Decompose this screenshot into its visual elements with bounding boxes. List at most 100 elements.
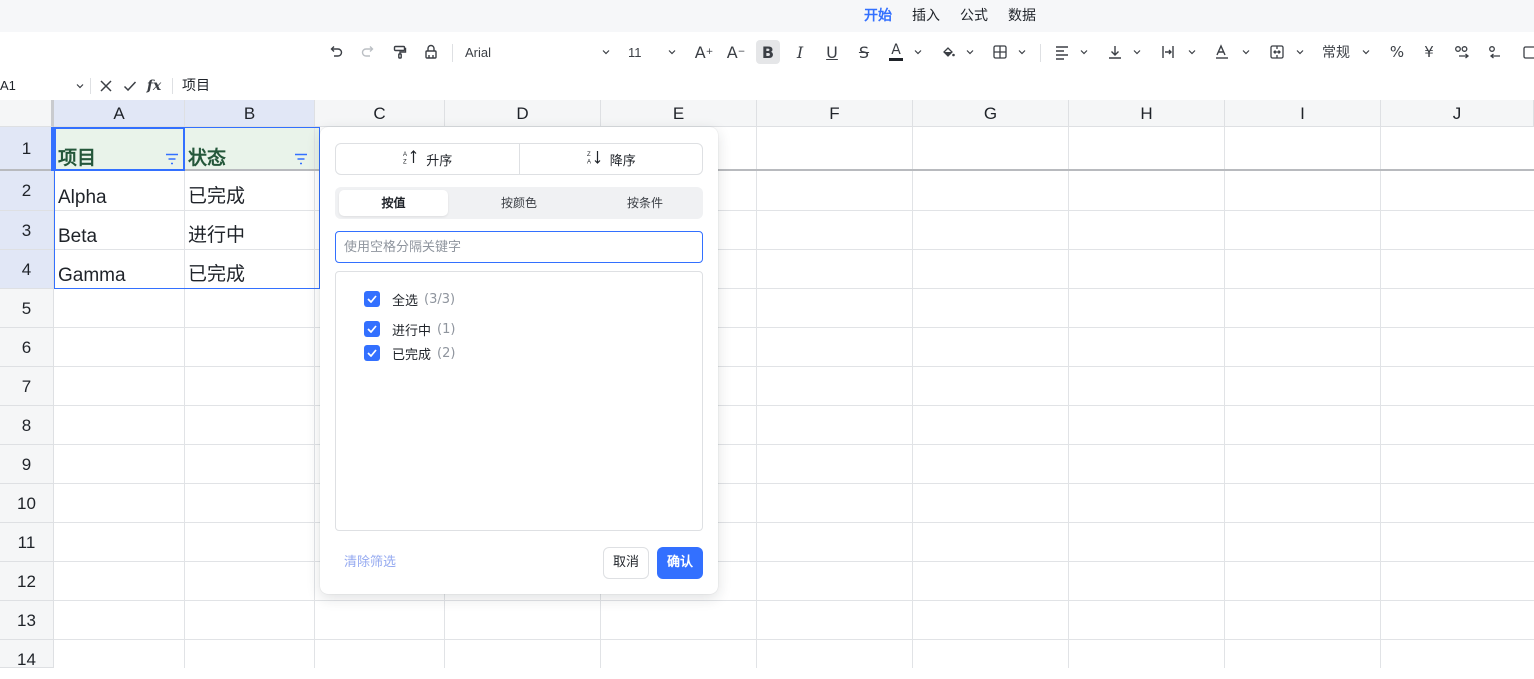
menu-tab-formula[interactable]: 公式 [960,6,988,26]
confirm-button[interactable]: 确认 [657,547,703,579]
decrease-font-icon[interactable]: A − [726,40,746,64]
row-header-9[interactable]: 9 [0,445,54,484]
cancel-edit-icon[interactable] [96,76,116,96]
cell-b2[interactable]: 已完成 [188,185,245,209]
confirm-edit-icon[interactable] [120,76,140,96]
checkbox-checked[interactable] [364,321,380,337]
row-header-6[interactable]: 6 [0,328,54,367]
row-header-10[interactable]: 10 [0,484,54,523]
cell-b3[interactable]: 进行中 [188,224,245,248]
checkbox-checked[interactable] [364,291,380,307]
column-header-g[interactable]: G [913,100,1069,127]
sort-descending-icon: ZA [586,149,602,169]
font-name-select[interactable]: Arial [465,40,595,64]
clear-format-icon[interactable] [421,40,441,64]
filter-value-item[interactable]: 已完成 (2) [364,344,455,363]
chevron-down-icon[interactable] [76,76,84,102]
filter-value-item[interactable]: 进行中 (1) [364,320,455,339]
cell-a4[interactable]: Gamma [58,264,126,288]
row-header-12[interactable]: 12 [0,562,54,601]
cell-a3[interactable]: Beta [58,225,97,249]
tab-by-value[interactable]: 按值 [339,190,448,216]
select-all-item[interactable]: 全选 (3/3) [364,290,455,309]
decrease-decimal-icon[interactable] [1483,40,1505,64]
underline-icon[interactable]: U [822,40,842,64]
row-header-11[interactable]: 11 [0,523,54,562]
cell-a2[interactable]: Alpha [58,186,107,210]
cell-b4[interactable]: 已完成 [188,263,245,287]
row-header-8[interactable]: 8 [0,406,54,445]
chevron-down-icon[interactable] [666,40,678,64]
frozen-row-divider[interactable] [0,169,1534,171]
chevron-down-icon[interactable] [1294,40,1306,64]
checkbox-checked[interactable] [364,345,380,361]
menu-tab-insert[interactable]: 插入 [912,6,940,26]
increase-font-icon[interactable]: A + [694,40,714,64]
row-header-13[interactable]: 13 [0,601,54,640]
number-format-select[interactable]: 常规 [1322,40,1356,64]
text-rotate-icon[interactable] [1212,40,1232,64]
chevron-down-icon[interactable] [1360,40,1372,64]
filter-search-input[interactable] [335,231,703,263]
cell-a1[interactable]: 项目 [58,146,96,170]
cell-b1[interactable]: 状态 [188,146,226,170]
row-header-5[interactable]: 5 [0,289,54,328]
tab-by-color[interactable]: 按颜色 [471,190,567,216]
row-header-7[interactable]: 7 [0,367,54,406]
chevron-down-icon[interactable] [1186,40,1198,64]
undo-icon[interactable] [326,40,346,64]
column-header-h[interactable]: H [1069,100,1225,127]
cell-reference-box[interactable]: A1 [0,76,88,96]
cancel-button[interactable]: 取消 [603,547,649,579]
chevron-down-icon[interactable] [1131,40,1143,64]
fill-color-icon[interactable] [938,40,958,64]
row-header-1[interactable]: 1 [0,127,54,171]
column-header-b[interactable]: B [185,100,315,127]
chevron-down-icon[interactable] [1240,40,1252,64]
chevron-down-icon[interactable] [1078,40,1090,64]
text-wrap-icon[interactable] [1158,40,1178,64]
more-tools-icon[interactable] [1520,40,1534,64]
chevron-down-icon[interactable] [912,40,924,64]
horizontal-align-icon[interactable] [1052,40,1072,64]
menu-tab-home[interactable]: 开始 [864,6,892,26]
column-header-i[interactable]: I [1225,100,1381,127]
currency-icon[interactable]: ¥ [1419,40,1439,64]
chevron-down-icon[interactable] [1016,40,1028,64]
increase-decimal-icon[interactable] [1451,40,1473,64]
column-header-e[interactable]: E [601,100,757,127]
column-header-f[interactable]: F [757,100,913,127]
column-header-c[interactable]: C [315,100,445,127]
column-filter-icon[interactable] [163,150,181,168]
merge-cells-icon[interactable] [1267,40,1287,64]
strikethrough-icon[interactable]: S [854,40,874,64]
row-header-2[interactable]: 2 [0,171,54,211]
formula-content[interactable]: 项目 [182,76,210,96]
chevron-down-icon[interactable] [600,40,612,64]
row-header-14[interactable]: 14 [0,640,54,669]
percent-icon[interactable]: % [1387,40,1407,64]
redo-icon[interactable] [358,40,378,64]
font-size-select[interactable]: 11 [628,40,658,64]
column-filter-icon[interactable] [292,150,310,168]
select-all-corner[interactable] [0,100,54,127]
row-header-4[interactable]: 4 [0,250,54,289]
sort-button-group: AZ 升序 ZA 降序 [335,143,703,175]
clear-filter-button[interactable]: 清除筛选 [344,553,396,573]
sort-descending-button[interactable]: ZA 降序 [518,144,703,174]
column-header-j[interactable]: J [1381,100,1534,127]
vertical-align-icon[interactable] [1105,40,1125,64]
row-header-3[interactable]: 3 [0,211,54,250]
sort-ascending-button[interactable]: AZ 升序 [336,144,519,174]
italic-icon[interactable]: I [790,40,810,64]
font-color-icon[interactable]: A [886,40,906,64]
column-header-a[interactable]: A [54,100,185,127]
column-header-d[interactable]: D [445,100,601,127]
bold-icon[interactable]: B [756,40,780,64]
format-painter-icon[interactable] [390,40,410,64]
function-icon[interactable]: fx [144,76,164,96]
chevron-down-icon[interactable] [964,40,976,64]
menu-tab-data[interactable]: 数据 [1008,6,1036,26]
borders-icon[interactable] [990,40,1010,64]
tab-by-condition[interactable]: 按条件 [597,190,693,216]
